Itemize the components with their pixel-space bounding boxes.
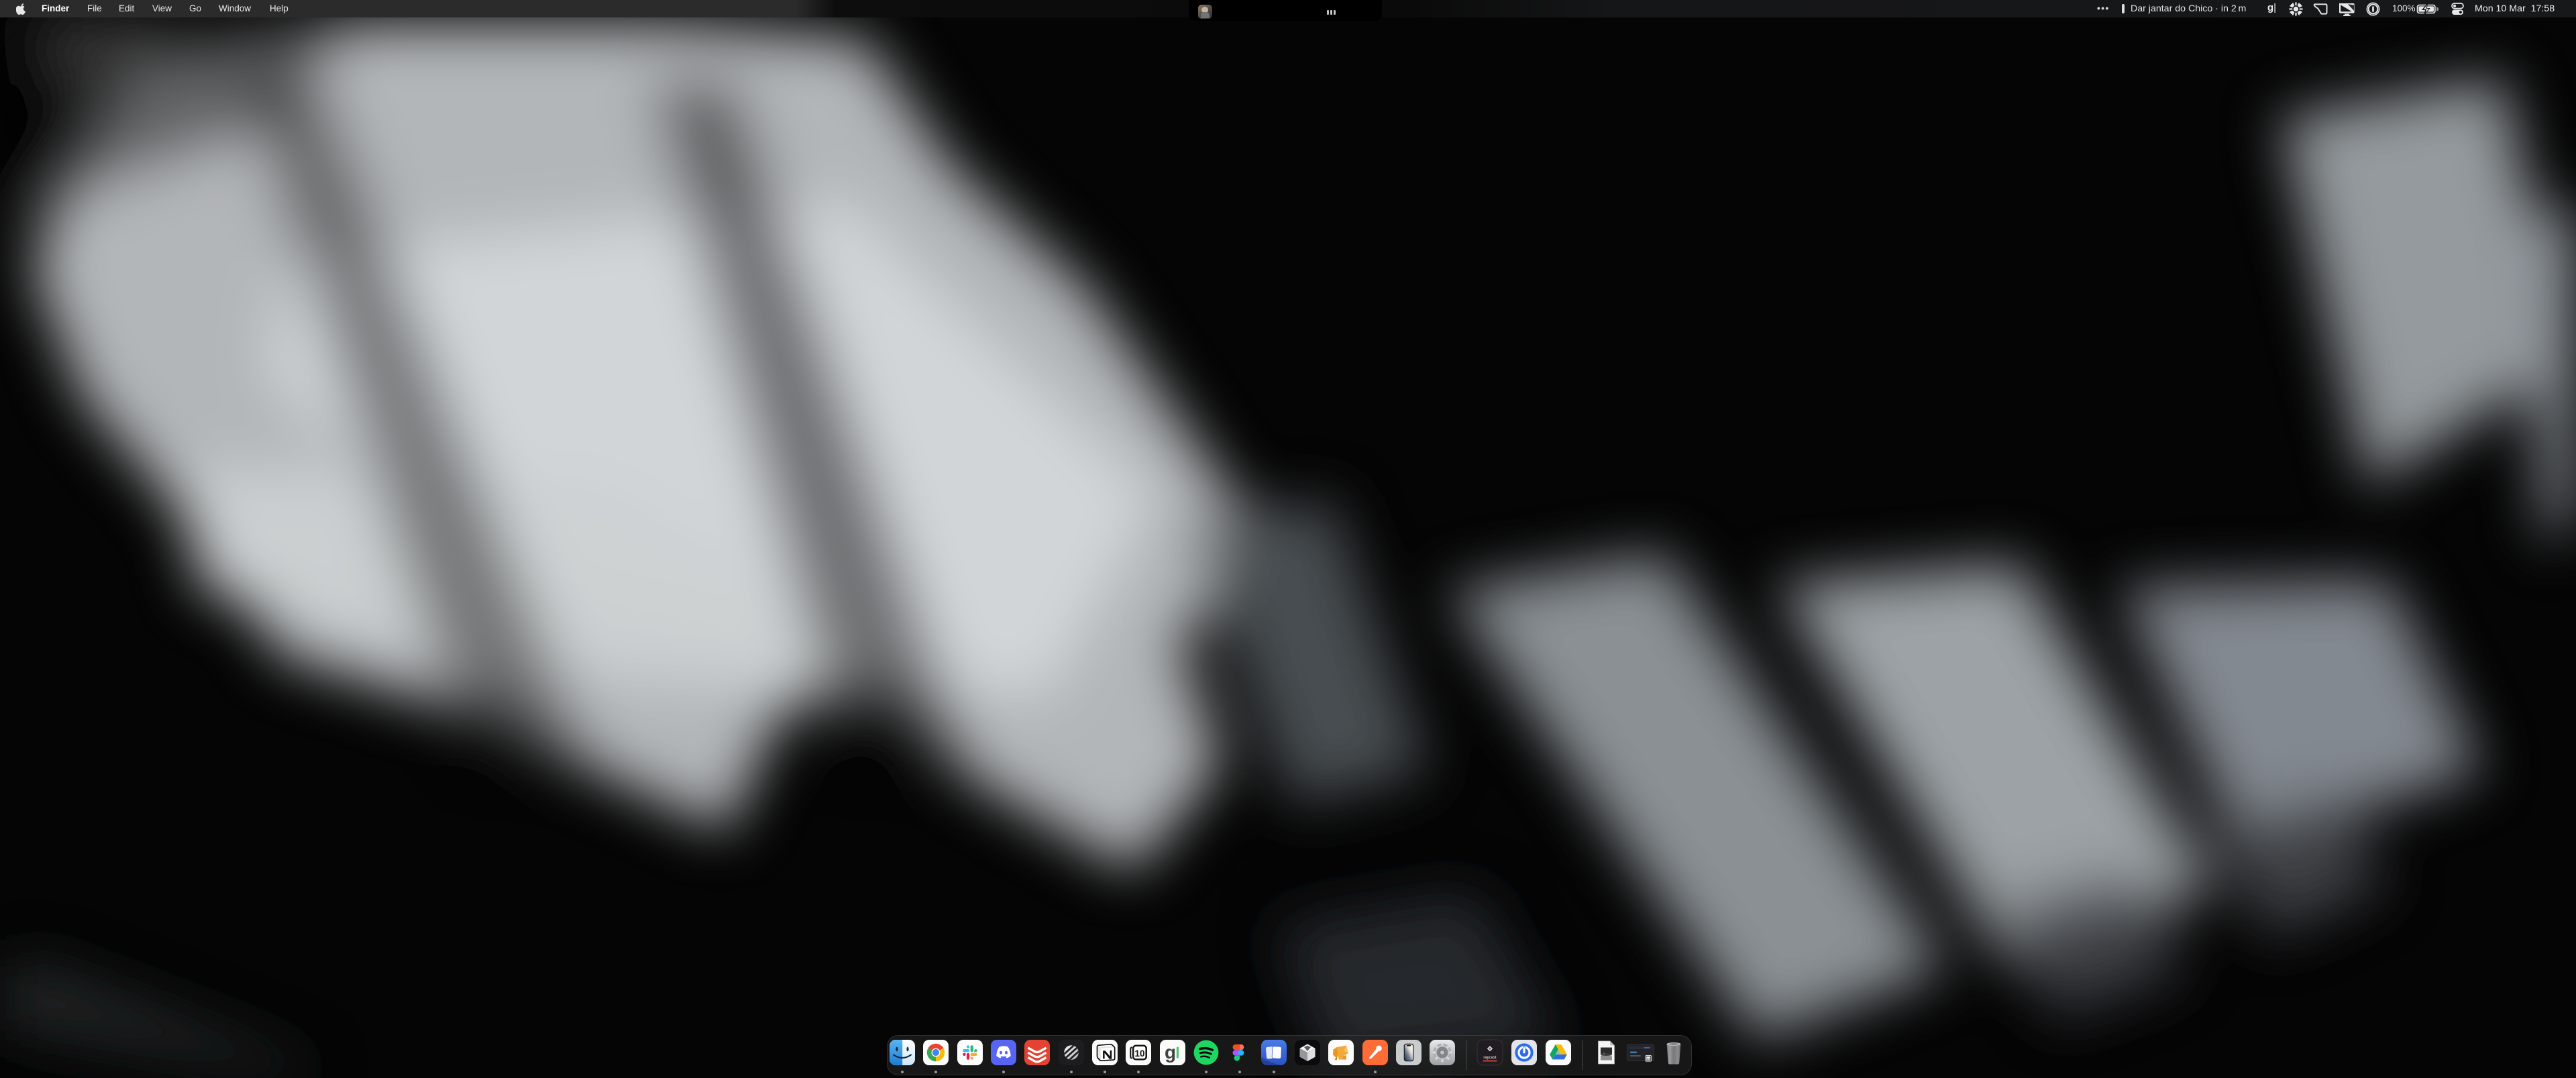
svg-text:11: 11 bbox=[1646, 1057, 1650, 1061]
svg-text:10: 10 bbox=[1134, 1048, 1144, 1059]
svg-text:g: g bbox=[1165, 1042, 1176, 1063]
svg-text:raycast: raycast bbox=[1483, 1056, 1497, 1060]
